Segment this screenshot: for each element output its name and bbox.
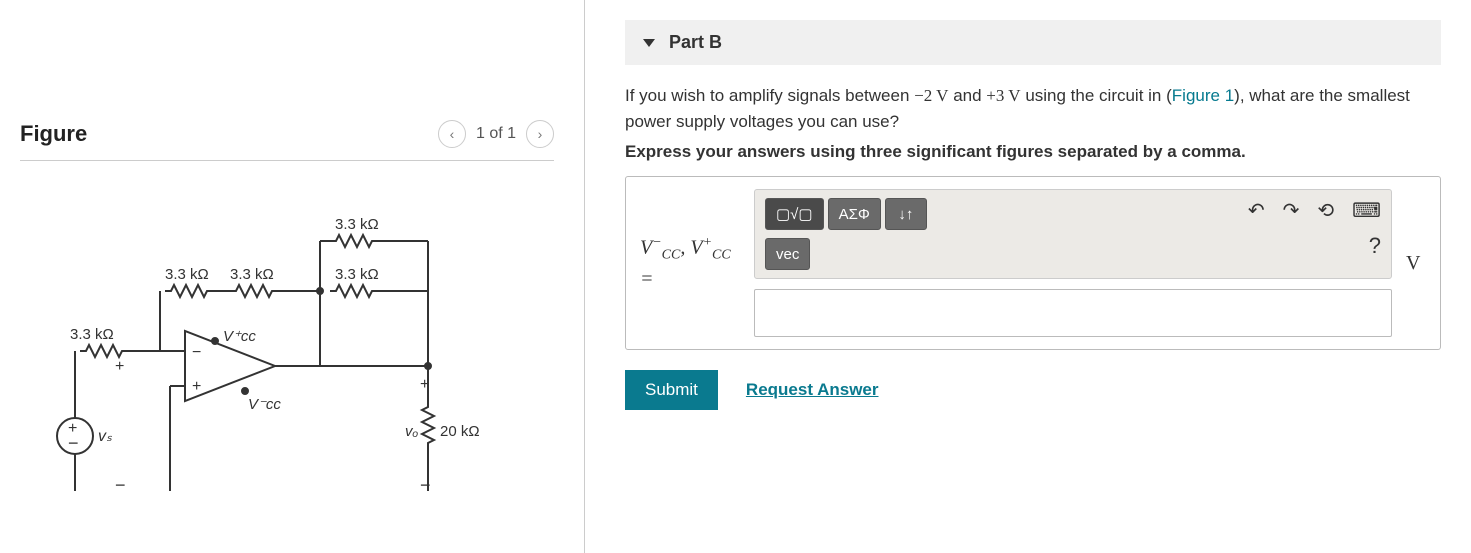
vec-button[interactable]: vec bbox=[765, 238, 810, 270]
svg-text:3.3 kΩ: 3.3 kΩ bbox=[230, 266, 274, 283]
figure-prev-button[interactable]: ‹ bbox=[438, 120, 466, 148]
unit-label: V bbox=[1406, 252, 1426, 275]
figure-next-button[interactable]: › bbox=[526, 120, 554, 148]
svg-text:−: − bbox=[68, 433, 79, 453]
redo-icon[interactable]: ↷ bbox=[1283, 198, 1300, 223]
svg-text:vₛ: vₛ bbox=[98, 428, 113, 445]
svg-text:vₒ: vₒ bbox=[405, 423, 419, 440]
part-header[interactable]: Part B bbox=[625, 20, 1441, 65]
greek-button[interactable]: ΑΣΦ bbox=[828, 198, 881, 230]
figure-nav: ‹ 1 of 1 › bbox=[438, 120, 554, 148]
help-icon[interactable]: ? bbox=[1248, 233, 1381, 259]
caret-down-icon bbox=[643, 39, 655, 47]
keyboard-icon[interactable]: ⌨ bbox=[1352, 198, 1381, 223]
svg-text:−: − bbox=[420, 475, 431, 495]
svg-text:3.3 kΩ: 3.3 kΩ bbox=[165, 266, 209, 283]
reset-icon[interactable]: ⟲ bbox=[1317, 198, 1334, 223]
equation-toolbar: ▢√▢ ΑΣΦ ↓↑ vec ↶ ↷ ⟲ ⌨ ? bbox=[754, 189, 1392, 279]
variable-label: V−CC, V+CC= bbox=[640, 233, 740, 293]
svg-text:3.3 kΩ: 3.3 kΩ bbox=[70, 326, 114, 343]
circuit-diagram: + − vₛ 3.3 kΩ 3.3 kΩ 3.3 kΩ bbox=[20, 186, 480, 506]
svg-text:V⁻cc: V⁻cc bbox=[248, 396, 281, 413]
svg-text:+: + bbox=[115, 358, 124, 375]
instruction-text: Express your answers using three signifi… bbox=[625, 142, 1441, 162]
figure-link[interactable]: Figure 1 bbox=[1172, 86, 1234, 105]
svg-text:3.3 kΩ: 3.3 kΩ bbox=[335, 216, 379, 233]
svg-text:+: + bbox=[192, 378, 201, 395]
svg-text:−: − bbox=[192, 344, 201, 361]
answer-box: V−CC, V+CC= ▢√▢ ΑΣΦ ↓↑ vec ↶ bbox=[625, 176, 1441, 350]
submit-button[interactable]: Submit bbox=[625, 370, 718, 410]
svg-text:V⁺cc: V⁺cc bbox=[223, 328, 256, 345]
svg-text:20 kΩ: 20 kΩ bbox=[440, 423, 480, 440]
svg-text:3.3 kΩ: 3.3 kΩ bbox=[335, 266, 379, 283]
part-title: Part B bbox=[669, 32, 722, 53]
answer-input[interactable] bbox=[754, 289, 1392, 337]
svg-text:−: − bbox=[115, 475, 126, 495]
templates-button[interactable]: ▢√▢ bbox=[765, 198, 824, 230]
undo-icon[interactable]: ↶ bbox=[1248, 198, 1265, 223]
figure-title: Figure bbox=[20, 121, 87, 147]
question-text: If you wish to amplify signals between −… bbox=[625, 83, 1441, 134]
request-answer-link[interactable]: Request Answer bbox=[746, 380, 879, 400]
updown-button[interactable]: ↓↑ bbox=[885, 198, 927, 230]
figure-counter: 1 of 1 bbox=[476, 125, 516, 143]
